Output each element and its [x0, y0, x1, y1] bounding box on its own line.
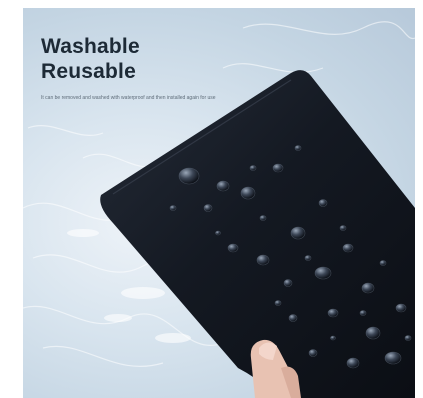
- headline-line-reusable: Reusable: [41, 60, 136, 83]
- caption-text: It can be removed and washed with waterp…: [41, 95, 216, 101]
- headline: Washable Reusable: [41, 34, 140, 84]
- headline-line-washable: Washable: [41, 35, 140, 58]
